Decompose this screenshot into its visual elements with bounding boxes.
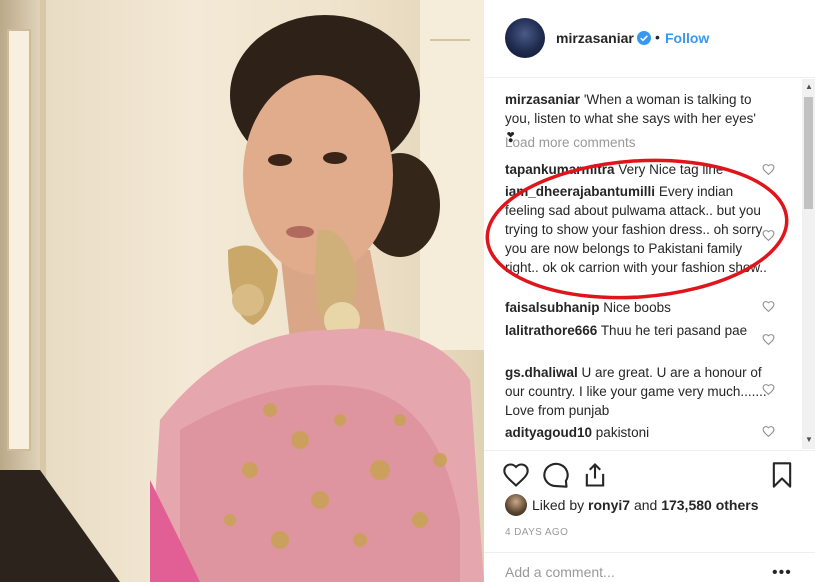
more-options-icon[interactable]: ••• <box>772 564 792 582</box>
comments-scrollbar[interactable]: ▲ ▼ <box>802 79 815 449</box>
share-icon[interactable] <box>581 461 609 489</box>
action-bar <box>484 450 815 498</box>
liker-avatar[interactable] <box>505 494 527 516</box>
verified-badge-icon <box>637 31 651 45</box>
scroll-up-arrow-icon[interactable]: ▲ <box>805 82 813 91</box>
likes-text: Liked by ronyi7 and 173,580 others <box>532 497 759 513</box>
scroll-down-arrow-icon[interactable]: ▼ <box>805 435 813 444</box>
post-timestamp[interactable]: 4 DAYS AGO <box>505 527 568 538</box>
separator-dot: • <box>655 29 660 45</box>
annotation-circle <box>485 158 789 300</box>
post-photo-illustration <box>0 0 484 582</box>
like-heart-icon[interactable] <box>502 461 530 489</box>
bookmark-icon[interactable] <box>768 461 796 489</box>
comment-icon[interactable] <box>542 461 570 489</box>
comments-list: mirzasaniar 'When a woman is talking to … <box>484 79 815 449</box>
post-side-panel: mirzasaniar • Follow mirzasaniar 'When a… <box>484 0 815 582</box>
post-photo[interactable] <box>0 0 484 582</box>
scrollbar-thumb[interactable] <box>804 97 813 209</box>
follow-button[interactable]: Follow <box>665 30 709 46</box>
likes-count[interactable]: 173,580 others <box>661 497 758 513</box>
liker-username[interactable]: ronyi7 <box>588 497 630 513</box>
add-comment-input[interactable] <box>505 564 755 580</box>
avatar[interactable] <box>505 18 545 58</box>
add-comment-bar: ••• <box>484 552 815 582</box>
likes-summary: Liked by ronyi7 and 173,580 others <box>505 494 805 518</box>
post-header: mirzasaniar • Follow <box>484 0 815 78</box>
likes-middle: and <box>633 497 658 513</box>
header-username[interactable]: mirzasaniar <box>556 30 634 46</box>
likes-prefix: Liked by <box>532 497 585 513</box>
